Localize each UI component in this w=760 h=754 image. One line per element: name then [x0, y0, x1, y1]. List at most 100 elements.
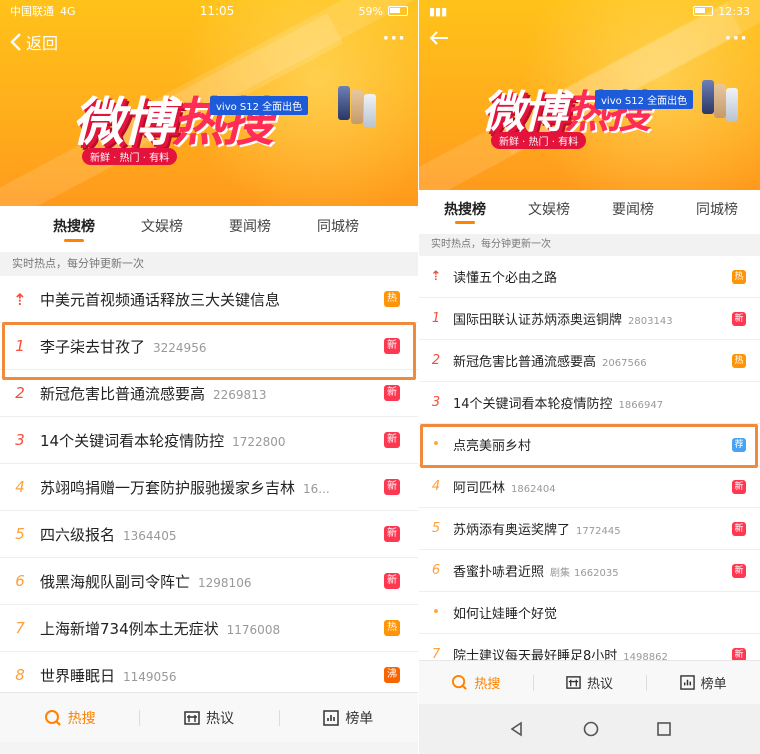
- bottom-tab-discussion[interactable]: 热议: [139, 708, 278, 728]
- list-item-title: 如何让娃睡个好觉: [453, 607, 558, 622]
- tab-local[interactable]: 同城榜: [675, 190, 759, 230]
- tab-entertainment[interactable]: 文娱榜: [118, 206, 206, 248]
- list-item[interactable]: 4 苏翊鸣捐赠一万套防护服驰援家乡吉林 16... 新: [0, 464, 418, 511]
- list-item[interactable]: 6 香蜜扑哧君近照 剧集 1662035 新: [419, 550, 760, 592]
- hot-badge: 热: [732, 269, 746, 284]
- list-item-title: 上海新增734例本土无症状 1176008: [40, 619, 281, 638]
- pinned-rank-icon: ⇡: [430, 269, 442, 284]
- rank-number: 6: [15, 572, 25, 590]
- system-recents-icon[interactable]: [656, 722, 671, 736]
- system-home-icon[interactable]: [583, 721, 599, 737]
- rank-number: 7: [15, 619, 25, 637]
- bottom-tab-discussion[interactable]: 热议: [532, 673, 647, 692]
- hot-search-banner: 中国联通 4G 11:05 59% 返回 ··· 微博热搜 新鲜 · 热门 · …: [0, 0, 418, 206]
- list-item-title: 苏翊鸣捐赠一万套防护服驰援家乡吉林 16...: [40, 478, 330, 497]
- rank-number: 5: [15, 525, 25, 543]
- hot-search-list: ⇡ 读懂五个必由之路 热 1 国际田联认证苏炳添奥运铜牌 2803143 新 2 …: [419, 256, 760, 676]
- tab-entertainment[interactable]: 文娱榜: [507, 190, 591, 230]
- hot-count: 1298106: [198, 575, 252, 590]
- list-item[interactable]: 5 四六级报名 1364405 新: [0, 511, 418, 558]
- battery-percent: 59%: [358, 4, 383, 18]
- list-item-title: 点亮美丽乡村: [453, 439, 532, 454]
- list-item-title: 苏炳添有奥运奖牌了 1772445: [453, 523, 621, 538]
- list-item[interactable]: 3 14个关键词看本轮疫情防控 1722800 新: [0, 417, 418, 464]
- list-item[interactable]: 4 阿司匹林 1862404 新: [419, 466, 760, 508]
- rank-number: 1: [431, 311, 441, 326]
- realtime-subheading: 实时热点，每分钟更新一次: [419, 234, 760, 256]
- list-item[interactable]: 2 新冠危害比普通流感要高 2067566 热: [419, 340, 760, 382]
- hot-count: 1722800: [232, 434, 286, 449]
- back-button[interactable]: [429, 30, 449, 46]
- network-label: 4G: [60, 4, 76, 18]
- list-item[interactable]: 2 新冠危害比普通流感要高 2269813 新: [0, 370, 418, 417]
- system-back-icon[interactable]: [509, 721, 525, 737]
- list-item-title: 中美元首视频通话释放三大关键信息: [40, 290, 281, 309]
- chevron-left-icon: [10, 33, 21, 51]
- tab-news[interactable]: 要闻榜: [591, 190, 675, 230]
- hot-badge: 热: [384, 291, 400, 307]
- tab-hot-search[interactable]: 热搜榜: [30, 206, 118, 248]
- list-item[interactable]: 5 苏炳添有奥运奖牌了 1772445 新: [419, 508, 760, 550]
- back-button[interactable]: 返回: [10, 30, 58, 54]
- tab-local[interactable]: 同城榜: [294, 206, 382, 248]
- list-item-title: 新冠危害比普通流感要高 2067566: [453, 355, 647, 370]
- boiling-badge: 沸: [384, 667, 400, 683]
- bottom-tab-hot-search[interactable]: 热搜: [0, 708, 139, 728]
- hot-count: 2803143: [628, 316, 673, 327]
- sponsor-phone-image: [702, 80, 714, 114]
- list-item[interactable]: • 点亮美丽乡村 荐: [419, 424, 760, 466]
- sponsor-tag: vivo S12 全面出色: [210, 96, 309, 115]
- bottom-tab-ranking[interactable]: 榜单: [278, 708, 418, 728]
- list-item-title: 四六级报名 1364405: [40, 525, 177, 544]
- logo-weibo-text: 微博: [72, 93, 174, 153]
- new-badge: 新: [384, 526, 400, 542]
- chart-icon: [323, 709, 340, 726]
- system-navigation-bar: [419, 704, 760, 754]
- list-item[interactable]: 1 国际田联认证苏炳添奥运铜牌 2803143 新: [419, 298, 760, 340]
- bottom-tab-label: 热议: [587, 677, 614, 692]
- rank-number: 6: [431, 563, 441, 578]
- logo-weibo-text: 微博: [481, 87, 567, 138]
- new-badge: 新: [384, 338, 400, 354]
- list-item-title: 14个关键词看本轮疫情防控 1866947: [453, 397, 664, 412]
- more-menu-button[interactable]: ···: [724, 28, 748, 49]
- status-bar: 中国联通 4G 11:05 59%: [0, 0, 418, 22]
- realtime-subheading: 实时热点，每分钟更新一次: [0, 252, 418, 276]
- screenshot-left: 中国联通 4G 11:05 59% 返回 ··· 微博热搜 新鲜 · 热门 · …: [0, 0, 418, 754]
- hot-search-list: ⇡ 中美元首视频通话释放三大关键信息 热 1 李子柒去甘孜了 3224956 新 …: [0, 276, 418, 699]
- rank-number: 2: [15, 384, 25, 402]
- clock: 11:05: [199, 4, 235, 18]
- battery-icon: [693, 6, 714, 16]
- list-item[interactable]: ⇡ 读懂五个必由之路 热: [419, 256, 760, 298]
- hot-count: 1862404: [511, 484, 556, 495]
- tab-hot-search[interactable]: 热搜榜: [423, 190, 507, 230]
- clock: 12:33: [718, 4, 750, 18]
- rank-number: 8: [15, 666, 25, 684]
- list-item[interactable]: ⇡ 中美元首视频通话释放三大关键信息 热: [0, 276, 418, 323]
- chart-icon: [679, 675, 695, 690]
- list-item-title: 阿司匹林 1862404: [453, 481, 556, 496]
- bottom-tab-label: 热搜: [474, 677, 501, 692]
- bottom-nav: 热搜 热议 榜单: [419, 660, 760, 704]
- bottom-tab-label: 热议: [205, 710, 234, 727]
- list-item[interactable]: 1 李子柒去甘孜了 3224956 新: [0, 323, 418, 370]
- list-item[interactable]: 3 14个关键词看本轮疫情防控 1866947: [419, 382, 760, 424]
- list-item[interactable]: 6 俄黑海舰队副司令阵亡 1298106 新: [0, 558, 418, 605]
- tab-news[interactable]: 要闻榜: [206, 206, 294, 248]
- new-badge: 新: [732, 563, 746, 578]
- bottom-tab-ranking[interactable]: 榜单: [646, 673, 760, 692]
- bottom-tab-hot-search[interactable]: 热搜: [419, 673, 533, 692]
- hot-count: 16...: [303, 481, 330, 496]
- recommend-dot: •: [432, 437, 440, 452]
- rank-number: 3: [15, 431, 25, 449]
- rank-number: 5: [431, 521, 441, 536]
- list-item[interactable]: • 如何让娃睡个好觉: [419, 592, 760, 634]
- more-menu-button[interactable]: ···: [382, 28, 406, 49]
- back-label: 返回: [26, 34, 59, 53]
- rank-number: 2: [431, 353, 441, 368]
- sponsor-phone-image: [726, 88, 738, 122]
- list-item[interactable]: 7 上海新增734例本土无症状 1176008 热: [0, 605, 418, 652]
- logo-tagline: 新鲜 · 热门 · 有料: [82, 148, 178, 165]
- ranking-tabs: 热搜榜 文娱榜 要闻榜 同城榜: [0, 206, 418, 248]
- hot-search-icon: [452, 674, 468, 690]
